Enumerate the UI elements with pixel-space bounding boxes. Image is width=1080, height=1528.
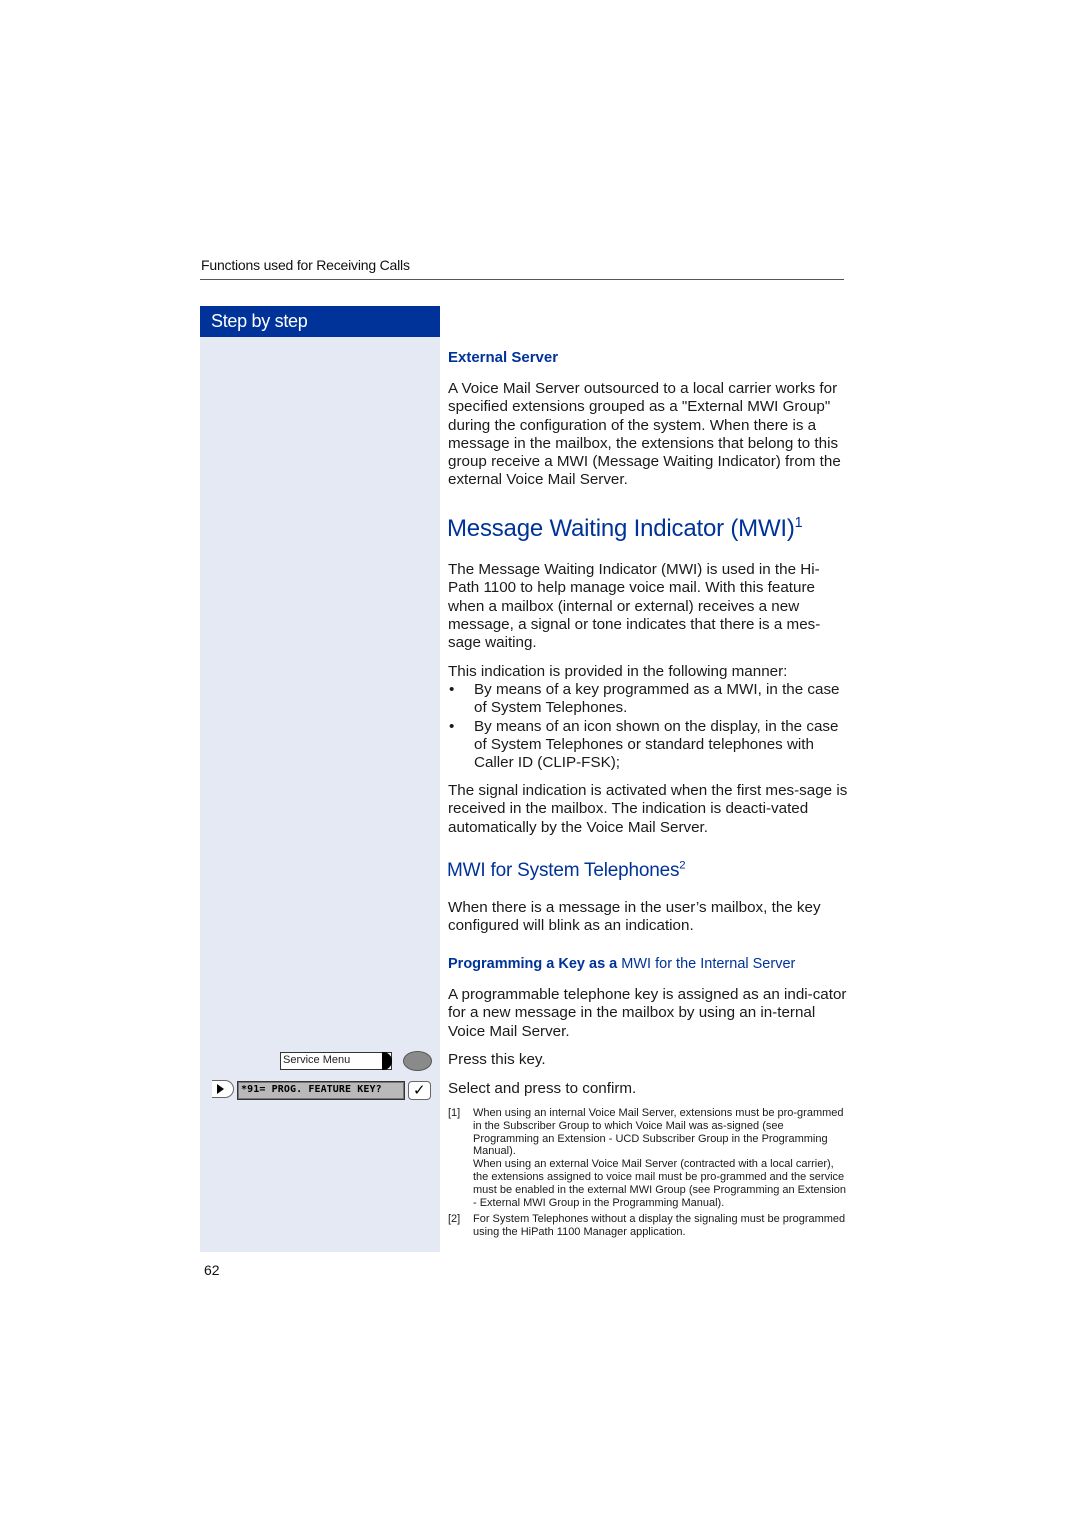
external-server-paragraph: A Voice Mail Server outsourced to a loca…: [448, 380, 841, 489]
list-item: • By means of a key programmed as a MWI, …: [449, 681, 840, 717]
step-select-confirm: Select and press to confirm.: [448, 1080, 637, 1097]
mwi-intro: This indication is provided in the follo…: [448, 663, 788, 680]
footnote-text: When using an external Voice Mail Server…: [473, 1158, 846, 1209]
programming-paragraph: A programmable telephone key is assigned…: [448, 986, 847, 1040]
footnote-text: When using an internal Voice Mail Server…: [473, 1107, 844, 1158]
mwi-system-heading-text: MWI for System Telephones: [447, 860, 680, 881]
page-number: 62: [204, 1262, 220, 1278]
bullet-icon: •: [449, 717, 455, 735]
key-led-icon: [403, 1051, 432, 1071]
running-header: Functions used for Receiving Calls: [201, 257, 410, 273]
mwi-paragraph-2: The signal indication is activated when …: [448, 782, 848, 836]
footnote-number: [1]: [448, 1107, 461, 1119]
footnotes: [1] When using an internal Voice Mail Se…: [448, 1107, 848, 1239]
footnote-text: For System Telephones without a display …: [473, 1213, 846, 1239]
service-menu-key-label: Service Menu: [283, 1054, 351, 1066]
mwi-system-heading: MWI for System Telephones2: [447, 860, 686, 882]
footnote-number: [2]: [448, 1213, 461, 1226]
footnote-1: [1] When using an internal Voice Mail Se…: [448, 1107, 848, 1209]
confirm-button[interactable]: ✓: [408, 1081, 431, 1100]
checkmark-icon: ✓: [413, 1082, 426, 1099]
header-rule: [200, 279, 844, 280]
key-cap-icon: [382, 1052, 392, 1070]
external-server-heading: External Server: [448, 349, 559, 366]
mwi-system-paragraph: When there is a message in the user’s ma…: [448, 899, 821, 935]
bullet-icon: •: [449, 681, 455, 698]
mwi-heading: Message Waiting Indicator (MWI)1: [447, 515, 803, 543]
programming-subheading: Programming a Key as a MWI for the Inter…: [448, 956, 795, 972]
service-menu-key[interactable]: Service Menu: [280, 1052, 392, 1070]
footnote-ref-1[interactable]: 1: [795, 515, 803, 531]
mwi-bullet-list: • By means of a key programmed as a MWI, …: [448, 681, 848, 772]
step-press-key: Press this key.: [448, 1051, 546, 1068]
mwi-paragraph-1: The Message Waiting Indicator (MWI) is u…: [448, 561, 821, 652]
scroll-forward-button[interactable]: [212, 1080, 234, 1098]
mwi-heading-text: Message Waiting Indicator (MWI): [447, 515, 795, 542]
phone-display: *91= PROG. FEATURE KEY?: [237, 1081, 405, 1100]
footnote-2: [2] For System Telephones without a disp…: [448, 1213, 848, 1239]
list-item: • By means of an icon shown on the displa…: [449, 717, 839, 772]
programming-subheading-bold: Programming a Key as a: [448, 956, 618, 972]
step-by-step-title: Step by step: [211, 311, 308, 331]
programming-subheading-rest: MWI for the Internal Server: [617, 956, 796, 972]
step-by-step-column: [200, 337, 440, 1252]
play-arrow-icon: [217, 1084, 224, 1094]
display-text: *91= PROG. FEATURE KEY?: [241, 1084, 382, 1095]
step-by-step-bar: Step by step: [200, 306, 440, 337]
footnote-ref-2[interactable]: 2: [679, 860, 685, 872]
